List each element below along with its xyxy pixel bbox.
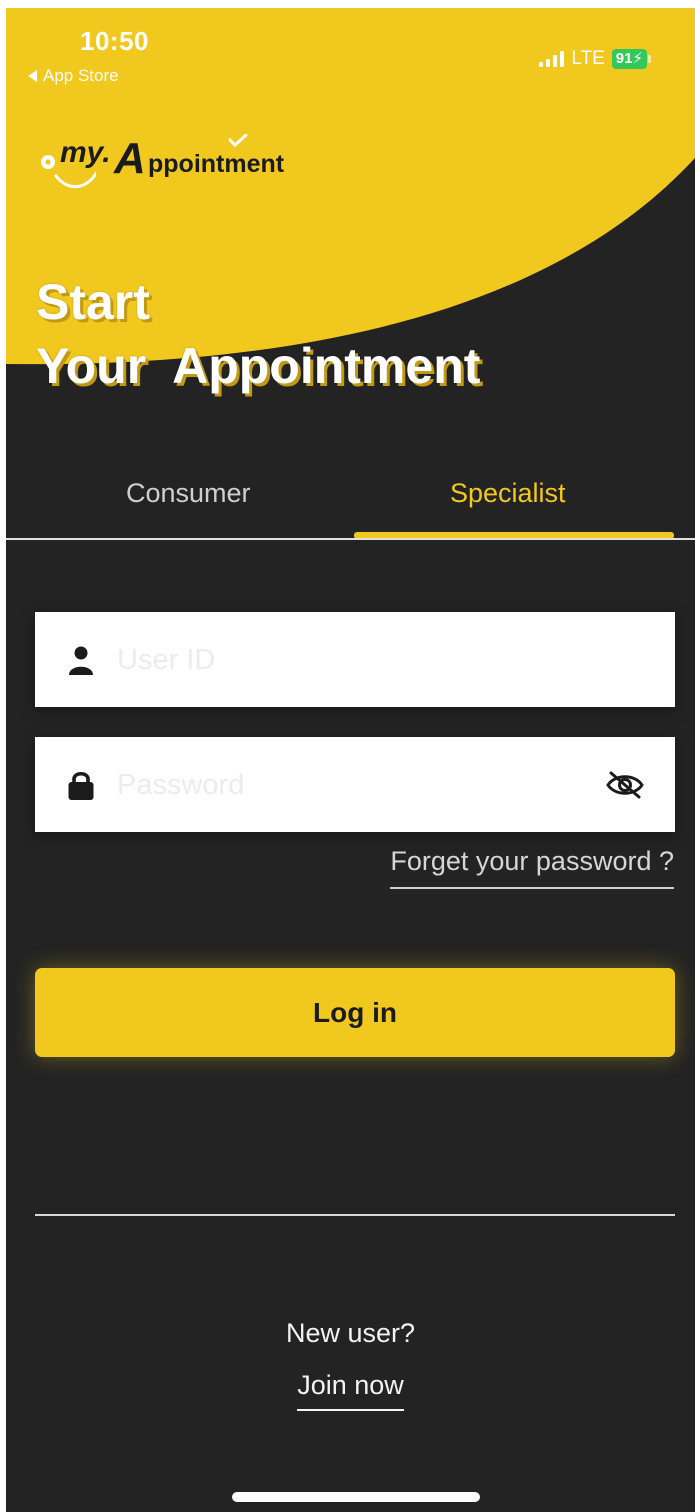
hero-line-1: Start [36,274,150,330]
role-tabs: Consumer Specialist [6,468,695,540]
tab-consumer[interactable]: Consumer [126,478,251,509]
battery-level: 91⚡ [611,49,647,69]
status-indicators: LTE 91⚡ [539,48,651,70]
network-label: LTE [571,48,605,69]
login-button[interactable]: Log in [35,968,675,1057]
tab-specialist[interactable]: Specialist [450,478,566,509]
logo-my: my. [60,136,111,169]
user-id-field [35,612,675,707]
section-divider [35,1214,675,1216]
back-to-app-store[interactable]: App Store [28,66,119,86]
tabs-divider [6,538,695,540]
password-input[interactable] [115,759,579,811]
back-arrow-icon [28,70,37,82]
user-id-input[interactable] [115,634,579,686]
eye-off-icon[interactable] [605,771,645,799]
status-time: 10:50 [80,26,149,56]
signal-icon [539,51,565,67]
back-label: App Store [43,66,119,85]
battery-icon: 91⚡ [611,49,651,69]
home-indicator[interactable] [232,1492,480,1502]
new-user-prompt: New user? [285,1318,416,1348]
hero-title: Start Your Appointment [36,270,480,398]
user-icon [69,646,93,675]
hero-line-2: Your Appointment [36,338,481,394]
login-screen: 10:50 App Store LTE 91⚡ my. A ppointment [6,8,695,1512]
forgot-password-link[interactable]: Forget your password ? [390,846,674,889]
join-now-link[interactable]: Join now [297,1370,404,1411]
app-logo: my. A ppointment [36,128,326,198]
logo-wordmark: ppointment [148,150,285,178]
lock-icon [68,771,94,800]
join-now-container: Join now [6,1370,695,1411]
logo-a: A [114,134,146,183]
password-field [35,737,675,832]
logo-check-icon [228,134,248,148]
